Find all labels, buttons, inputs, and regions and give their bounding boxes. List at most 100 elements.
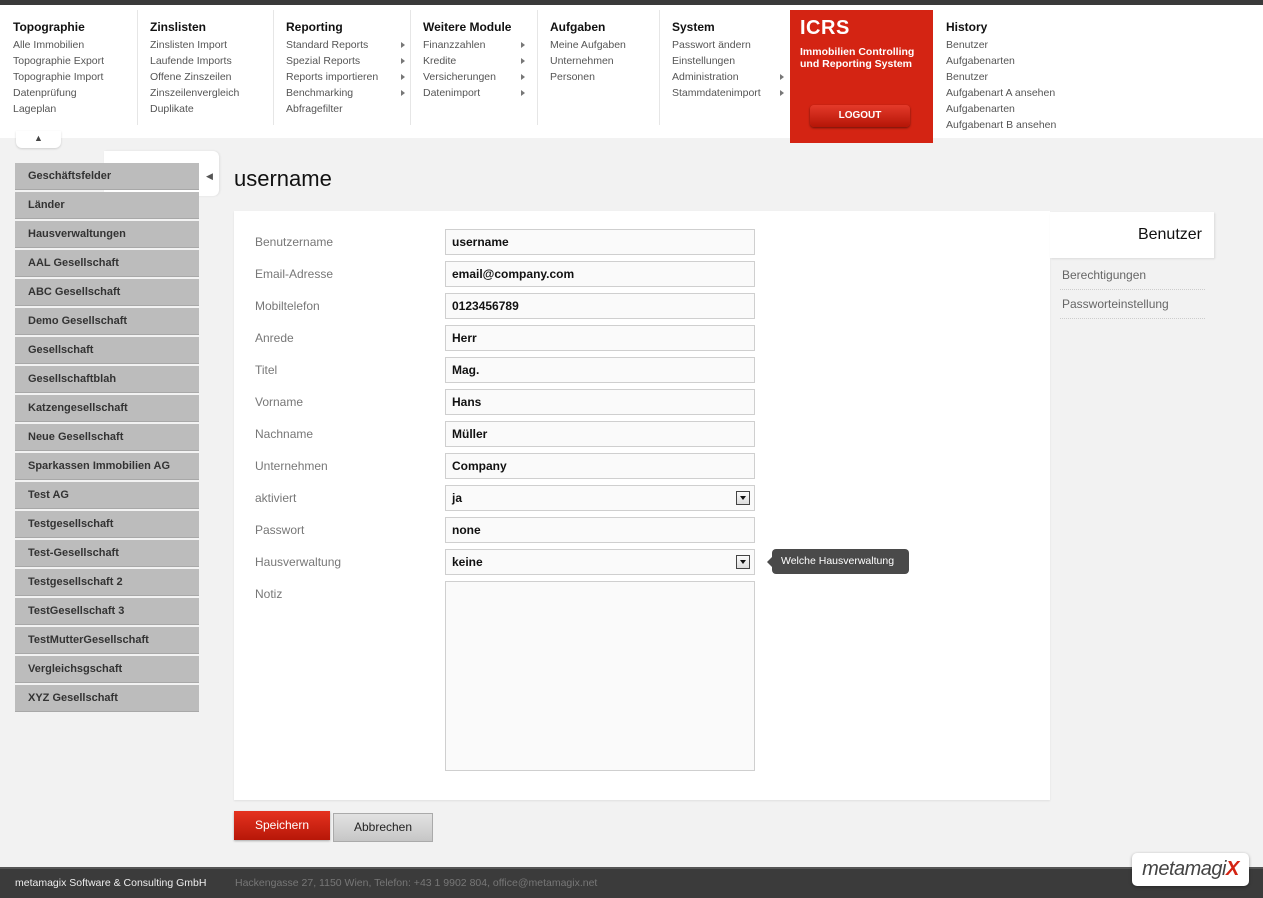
sidebar: Geschäftsfelder Länder Hausverwaltungen …	[15, 163, 199, 714]
menu-item-label: Standard Reports	[286, 39, 369, 51]
menu-title-aufgaben[interactable]: Aufgaben	[550, 18, 659, 36]
menu-item[interactable]: Standard Reports	[286, 37, 410, 53]
save-button[interactable]: Speichern	[234, 811, 330, 840]
field-label: aktiviert	[255, 491, 297, 505]
logo-text: metamagi	[1142, 858, 1226, 880]
menu-item[interactable]: Topographie Export	[13, 53, 137, 69]
history-item[interactable]: Aufgabenarten	[946, 53, 1113, 69]
brand-subtitle-line: und Reporting System	[800, 58, 913, 70]
sidebar-item[interactable]: Geschäftsfelder	[15, 163, 199, 190]
menu-item[interactable]: Einstellungen	[672, 53, 790, 69]
menu-topographie: Topographie Alle Immobilien Topographie …	[0, 10, 138, 125]
menu-title-weitere-module[interactable]: Weitere Module	[423, 18, 537, 36]
titel-field[interactable]: Mag.	[445, 357, 755, 383]
menu-item[interactable]: Zinszeilenvergleich	[150, 85, 273, 101]
menu-item[interactable]: Datenprüfung	[13, 85, 137, 101]
unternehmen-field[interactable]: Company	[445, 453, 755, 479]
sidebar-item[interactable]: AAL Gesellschaft	[15, 250, 199, 277]
nachname-field[interactable]: Müller	[445, 421, 755, 447]
logout-button[interactable]: LOGOUT	[810, 105, 910, 127]
history-item[interactable]: Aufgabenart A ansehen	[946, 85, 1113, 101]
submenu-arrow-icon	[780, 90, 784, 96]
menu-item[interactable]: Duplikate	[150, 101, 273, 117]
field-label: Passwort	[255, 523, 305, 537]
sidebar-item[interactable]: Sparkassen Immobilien AG	[15, 453, 199, 480]
menu-item[interactable]: Passwort ändern	[672, 37, 790, 53]
menu-item-label: Administration	[672, 71, 739, 83]
menu-item[interactable]: Personen	[550, 69, 659, 85]
menu-title-zinslisten[interactable]: Zinslisten	[150, 18, 273, 36]
page-title: username	[234, 166, 332, 191]
menu-item[interactable]: Meine Aufgaben	[550, 37, 659, 53]
sidebar-item[interactable]: Hausverwaltungen	[15, 221, 199, 248]
field-label: Email-Adresse	[255, 267, 334, 281]
sidebar-item[interactable]: Testgesellschaft 2	[15, 569, 199, 596]
history-item[interactable]: Benutzer	[946, 37, 1113, 53]
sidebar-item[interactable]: Länder	[15, 192, 199, 219]
sidebar-item[interactable]: ABC Gesellschaft	[15, 279, 199, 306]
collapse-menu-toggle[interactable]: ▲	[16, 131, 61, 148]
sidebar-item[interactable]: Demo Gesellschaft	[15, 308, 199, 335]
mobiltelefon-field[interactable]: 0123456789	[445, 293, 755, 319]
sidebar-item[interactable]: Katzengesellschaft	[15, 395, 199, 422]
vorname-field[interactable]: Hans	[445, 389, 755, 415]
sidebar-item[interactable]: Test-Gesellschaft	[15, 540, 199, 567]
history-item[interactable]: Benutzer	[946, 69, 1113, 85]
sidebar-item[interactable]: Gesellschaftblah	[15, 366, 199, 393]
sidebar-item[interactable]: XYZ Gesellschaft	[15, 685, 199, 712]
menu-item[interactable]: Unternehmen	[550, 53, 659, 69]
sidebar-item[interactable]: Vergleichsgschaft	[15, 656, 199, 683]
menu-item[interactable]: Finanzzahlen	[423, 37, 537, 53]
sidebar-item[interactable]: TestMutterGesellschaft	[15, 627, 199, 654]
sidebar-item[interactable]: TestGesellschaft 3	[15, 598, 199, 625]
menu-item[interactable]: Benchmarking	[286, 85, 410, 101]
sidebar-item[interactable]: Gesellschaft	[15, 337, 199, 364]
tab-berechtigungen[interactable]: Berechtigungen	[1060, 261, 1205, 290]
menu-title-reporting[interactable]: Reporting	[286, 18, 410, 36]
tab-passworteinstellung[interactable]: Passworteinstellung	[1060, 290, 1205, 319]
history-item[interactable]: Aufgabenarten	[946, 101, 1113, 117]
menu-item[interactable]: Stammdatenimport	[672, 85, 790, 101]
submenu-arrow-icon	[401, 58, 405, 64]
menu-item-label: Versicherungen	[423, 71, 496, 83]
field-label: Anrede	[255, 331, 294, 345]
menu-item[interactable]: Spezial Reports	[286, 53, 410, 69]
hausverwaltung-select[interactable]: keine	[445, 549, 755, 575]
menu-title-topographie[interactable]: Topographie	[13, 18, 137, 36]
benutzername-field[interactable]: username	[445, 229, 755, 255]
dropdown-arrow-icon[interactable]	[736, 555, 750, 569]
menu-item[interactable]: Abfragefilter	[286, 101, 410, 117]
menu-item[interactable]: Laufende Imports	[150, 53, 273, 69]
history-item[interactable]: Aufgabenart B ansehen	[946, 117, 1113, 133]
menu-item[interactable]: Datenimport	[423, 85, 537, 101]
cancel-button[interactable]: Abbrechen	[333, 813, 433, 842]
submenu-arrow-icon	[780, 74, 784, 80]
collapse-sidebar-icon[interactable]: ◀	[206, 171, 214, 181]
tab-benutzer[interactable]: Benutzer	[1050, 212, 1214, 258]
menu-item[interactable]: Offene Zinszeilen	[150, 69, 273, 85]
notiz-textarea[interactable]	[445, 581, 755, 771]
submenu-arrow-icon	[401, 74, 405, 80]
field-label: Benutzername	[255, 235, 334, 249]
aktiviert-select[interactable]: ja	[445, 485, 755, 511]
menu-item[interactable]: Versicherungen	[423, 69, 537, 85]
passwort-field[interactable]: none	[445, 517, 755, 543]
sidebar-item[interactable]: Testgesellschaft	[15, 511, 199, 538]
menu-item[interactable]: Reports importieren	[286, 69, 410, 85]
sidebar-item[interactable]: Test AG	[15, 482, 199, 509]
menu-item[interactable]: Alle Immobilien	[13, 37, 137, 53]
sidebar-item[interactable]: Neue Gesellschaft	[15, 424, 199, 451]
menu-item[interactable]: Kredite	[423, 53, 537, 69]
menu-item[interactable]: Lageplan	[13, 101, 137, 117]
menu-item[interactable]: Administration	[672, 69, 790, 85]
submenu-arrow-icon	[521, 42, 525, 48]
menu-title-system[interactable]: System	[672, 18, 790, 36]
top-navigation: Topographie Alle Immobilien Topographie …	[0, 0, 1263, 143]
menu-item[interactable]: Topographie Import	[13, 69, 137, 85]
menu-item-label: Stammdatenimport	[672, 87, 761, 99]
menu-item[interactable]: Zinslisten Import	[150, 37, 273, 53]
anrede-field[interactable]: Herr	[445, 325, 755, 351]
brand-subtitle: Immobilien Controlling und Reporting Sys…	[800, 46, 923, 70]
dropdown-arrow-icon[interactable]	[736, 491, 750, 505]
email-field[interactable]: email@company.com	[445, 261, 755, 287]
